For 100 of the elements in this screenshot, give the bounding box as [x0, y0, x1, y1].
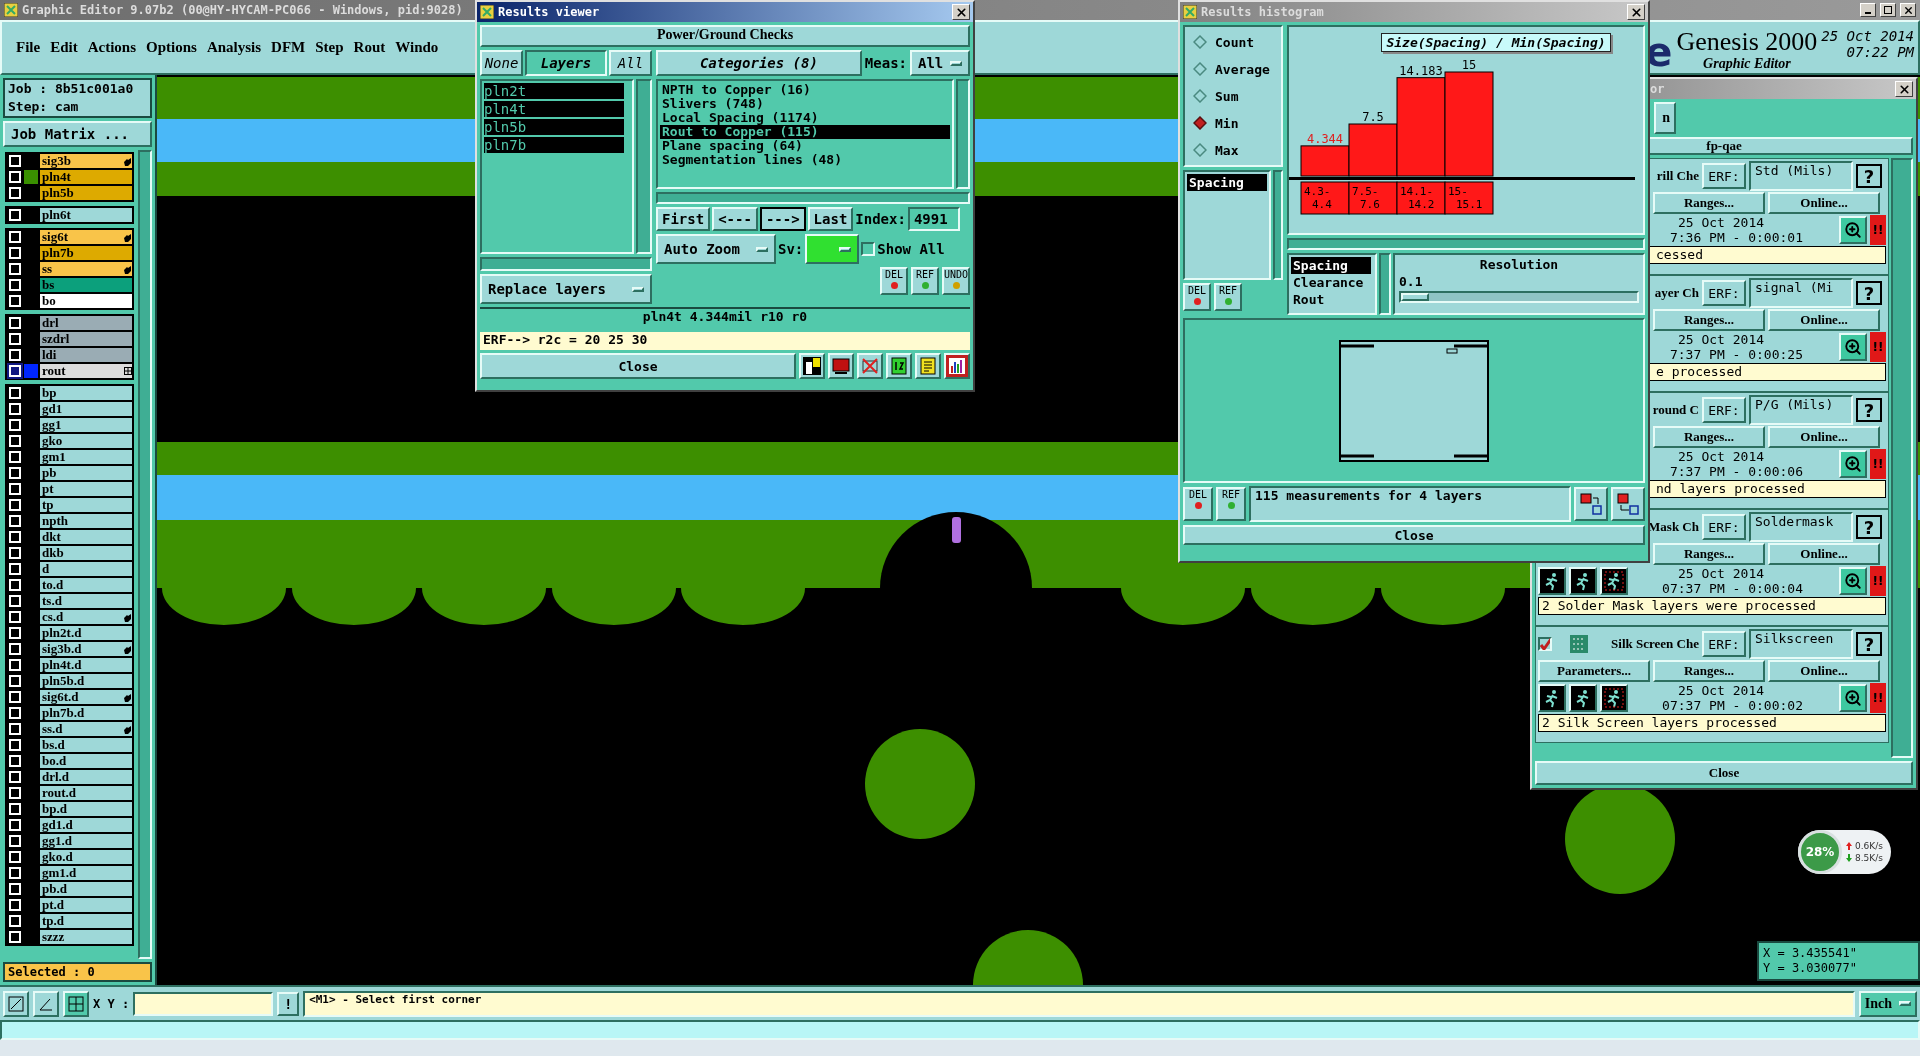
layer-checkbox[interactable] — [9, 499, 21, 511]
layer-list-item[interactable]: pln5b — [484, 119, 624, 135]
layer-checkbox[interactable] — [9, 333, 21, 345]
layer-checkbox[interactable] — [9, 659, 21, 671]
layer-item[interactable]: pb — [40, 466, 132, 480]
type-item[interactable]: Spacing — [1291, 257, 1371, 274]
layer-item[interactable]: ts.d — [40, 594, 132, 608]
layer-checkbox[interactable] — [9, 675, 21, 687]
zoom-button[interactable] — [1839, 216, 1867, 244]
erf-button[interactable]: ERF: — [1702, 397, 1746, 423]
layer-item[interactable]: sig3b — [40, 154, 132, 168]
layer-filter-tab[interactable]: Layers — [525, 50, 607, 76]
export-button[interactable] — [1574, 487, 1608, 521]
layer-item[interactable]: pln6t — [40, 208, 132, 222]
tool-button[interactable]: DEL — [880, 267, 908, 295]
zoom-mode-dropdown[interactable]: Auto Zoom — [656, 234, 776, 264]
layer-item[interactable]: pt — [40, 482, 132, 496]
layer-item[interactable]: gko — [40, 434, 132, 448]
layer-checkbox[interactable] — [9, 899, 21, 911]
erf-field[interactable]: Std (Mils) — [1749, 161, 1853, 191]
menu-item[interactable]: Windo — [395, 39, 439, 56]
layer-item[interactable]: bp — [40, 386, 132, 400]
histogram-button[interactable] — [944, 353, 970, 379]
check-option-button[interactable]: Ranges... — [1653, 543, 1765, 565]
mode-option[interactable]: Max — [1187, 139, 1279, 161]
maximize-button[interactable] — [1880, 3, 1896, 17]
scrollbar[interactable] — [636, 79, 652, 254]
layer-item[interactable]: pln4t — [40, 170, 132, 184]
close-button[interactable]: Close — [1183, 525, 1645, 545]
tool-button[interactable]: DEL — [1183, 487, 1213, 521]
layer-checkbox[interactable] — [9, 349, 21, 361]
zoom-button[interactable] — [1839, 450, 1867, 478]
index-field[interactable]: 4991 — [907, 207, 960, 231]
layer-item[interactable]: pln7b.d — [40, 706, 132, 720]
help-button[interactable]: ? — [1856, 632, 1882, 656]
zoom-button[interactable] — [1839, 567, 1867, 595]
layer-checkbox[interactable] — [9, 467, 21, 479]
menu-item[interactable]: Options — [146, 39, 197, 56]
layer-checkbox[interactable] — [9, 451, 21, 463]
layer-item[interactable]: npth — [40, 514, 132, 528]
menu-item[interactable]: File — [16, 39, 41, 56]
layer-filter-tab[interactable]: All — [609, 50, 652, 76]
menu-item[interactable]: Rout — [353, 39, 386, 56]
menu-item[interactable]: Analysis — [206, 39, 262, 56]
layer-checkbox[interactable] — [9, 171, 21, 183]
tool-button[interactable]: DEL — [1183, 283, 1211, 311]
categories-button[interactable]: Categories (8) — [656, 50, 862, 76]
erf-button[interactable]: ERF: — [1702, 280, 1746, 306]
layer-item[interactable]: gd1.d — [40, 818, 132, 832]
layer-checkbox[interactable] — [9, 611, 21, 623]
menu-item[interactable]: Edit — [50, 39, 78, 56]
layer-checkbox[interactable] — [9, 387, 21, 399]
tool-button[interactable]: REF — [911, 267, 939, 295]
help-button[interactable]: ? — [1856, 515, 1882, 539]
layer-checkbox[interactable] — [9, 209, 21, 221]
layer-item[interactable]: rout.d — [40, 786, 132, 800]
layer-item[interactable]: pt.d — [40, 898, 132, 912]
erf-field[interactable]: Soldermask — [1749, 512, 1853, 542]
close-button[interactable] — [1627, 4, 1645, 20]
layer-item[interactable]: cs.d — [40, 610, 132, 624]
meas-dropdown[interactable]: All — [910, 50, 970, 76]
close-button[interactable] — [1895, 81, 1913, 97]
slider-thumb[interactable] — [1401, 293, 1429, 301]
layer-checkbox[interactable] — [9, 365, 21, 377]
erf-button[interactable]: ERF: — [1702, 163, 1746, 189]
layer-item[interactable]: ldi — [40, 348, 132, 362]
navigation-button[interactable]: First — [656, 207, 711, 231]
layer-checkbox[interactable] — [9, 835, 21, 847]
navigation-button[interactable]: <--- — [712, 207, 758, 231]
xy-input-field[interactable] — [133, 991, 274, 1016]
layer-checkbox[interactable] — [9, 563, 21, 575]
scrollbar[interactable] — [1273, 170, 1283, 280]
layer-checkbox[interactable] — [9, 295, 21, 307]
layer-checkbox[interactable] — [9, 643, 21, 655]
scrollbar[interactable] — [138, 150, 152, 959]
layer-checkbox[interactable] — [9, 867, 21, 879]
close-button[interactable] — [952, 4, 970, 20]
layer-item[interactable]: bo — [40, 294, 132, 308]
job-matrix-button[interactable]: Job Matrix ... — [3, 121, 152, 147]
category-item[interactable]: Rout to Copper (115) — [660, 125, 950, 139]
tool-button[interactable]: REF — [1216, 487, 1246, 521]
erf-field[interactable]: P/G (Mils) — [1749, 395, 1853, 425]
layer-checkbox[interactable] — [9, 707, 21, 719]
check-option-button[interactable]: Online... — [1768, 426, 1880, 448]
layer-item[interactable]: tp — [40, 498, 132, 512]
layer-item[interactable]: to.d — [40, 578, 132, 592]
scrollbar[interactable] — [656, 192, 970, 204]
erf-field[interactable]: Silkscreen — [1749, 629, 1853, 659]
layer-item[interactable]: bs — [40, 278, 132, 292]
layer-item[interactable]: rout — [40, 364, 132, 378]
layer-checkbox[interactable] — [9, 739, 21, 751]
category-item[interactable]: Segmentation lines (48) — [660, 153, 950, 167]
layer-checkbox[interactable] — [9, 279, 21, 291]
tool-button[interactable]: UNDO — [942, 267, 970, 295]
layer-item[interactable]: ss — [40, 262, 132, 276]
layer-item[interactable]: pln4t.d — [40, 658, 132, 672]
layer-item[interactable]: tp.d — [40, 914, 132, 928]
layer-item[interactable]: pln2t.d — [40, 626, 132, 640]
zoom-button[interactable] — [1839, 333, 1867, 361]
layer-item[interactable]: ss.d — [40, 722, 132, 736]
